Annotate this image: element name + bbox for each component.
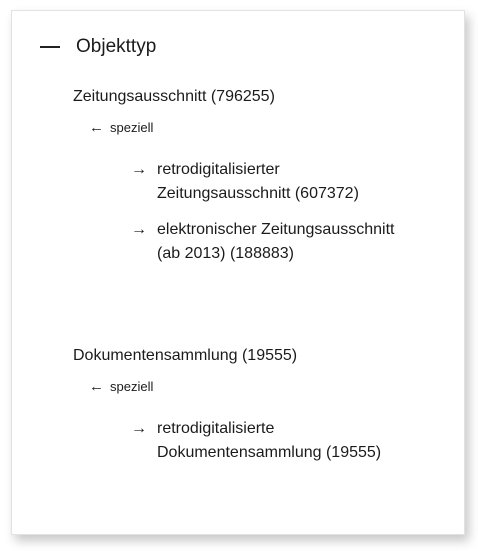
facet-header-objekttyp[interactable]: Objekttyp xyxy=(40,36,156,58)
child-list: → retrodigitalisierter Zeitungsausschnit… xyxy=(131,158,397,266)
facet-group-zeitungsausschnitt: Zeitungsausschnitt (796255) ← speziell →… xyxy=(73,87,397,278)
facet-title: Objekttyp xyxy=(76,36,157,57)
child-item-retrodigitalisierter-zeitungsausschnitt[interactable]: → retrodigitalisierter Zeitungsausschnit… xyxy=(131,158,397,206)
left-arrow-icon: ← xyxy=(89,119,104,136)
facet-panel: Objekttyp Zeitungsausschnitt (796255) ← … xyxy=(11,10,465,535)
right-arrow-icon: → xyxy=(131,420,147,437)
child-item-label[interactable]: retrodigitalisierte Dokumentensammlung (… xyxy=(157,417,397,465)
facet-group-dokumentensammlung: Dokumentensammlung (19555) ← speziell → … xyxy=(73,346,397,477)
relation-speziell: ← speziell xyxy=(89,378,397,395)
relation-speziell: ← speziell xyxy=(89,119,397,136)
child-item-retrodigitalisierte-dokumentensammlung[interactable]: → retrodigitalisierte Dokumentensammlung… xyxy=(131,417,397,465)
child-list: → retrodigitalisierte Dokumentensammlung… xyxy=(131,417,397,465)
child-item-elektronischer-zeitungsausschnitt[interactable]: → elektronischer Zeitungsausschnitt (ab … xyxy=(131,218,397,266)
facet-value-link[interactable]: Dokumentensammlung (19555) xyxy=(73,346,397,366)
right-arrow-icon: → xyxy=(131,221,147,238)
child-item-label[interactable]: elektronischer Zeitungsausschnitt (ab 20… xyxy=(157,218,397,266)
facet-value-link[interactable]: Zeitungsausschnitt (796255) xyxy=(73,87,397,107)
relation-label: speziell xyxy=(110,120,154,135)
right-arrow-icon: → xyxy=(131,161,147,178)
minus-icon[interactable] xyxy=(40,46,60,48)
child-item-label[interactable]: retrodigitalisierter Zeitungsausschnitt … xyxy=(157,158,397,206)
left-arrow-icon: ← xyxy=(89,378,104,395)
relation-label: speziell xyxy=(110,379,154,394)
